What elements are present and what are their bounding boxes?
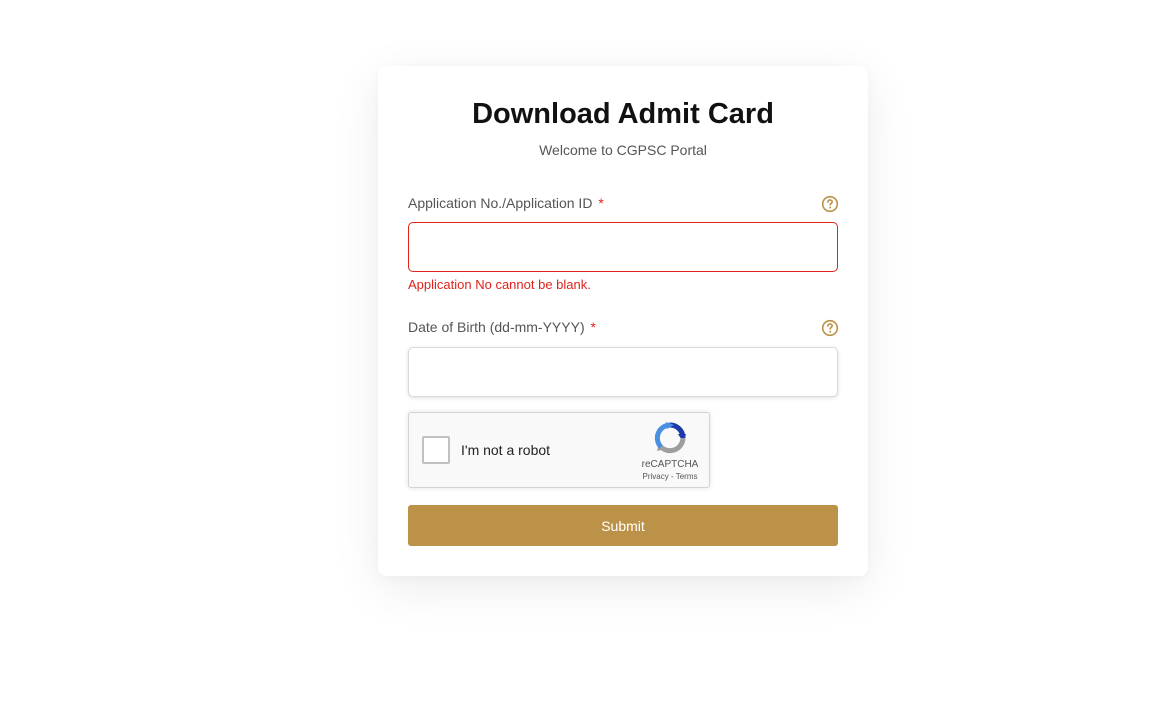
dob-label-text: Date of Birth (dd-mm-YYYY)	[408, 319, 585, 335]
recaptcha-widget: I'm not a robot reCAPTCHA Privacy - Term…	[408, 412, 710, 488]
application-no-label-text: Application No./Application ID	[408, 195, 593, 211]
page-title: Download Admit Card	[472, 98, 774, 130]
recaptcha-terms-link[interactable]: Terms	[676, 472, 698, 481]
question-circle-icon[interactable]	[821, 195, 839, 213]
dob-label: Date of Birth (dd-mm-YYYY) *	[408, 318, 596, 336]
required-asterisk: *	[598, 195, 604, 211]
dob-input[interactable]	[408, 347, 838, 397]
application-no-error: Application No cannot be blank.	[408, 277, 591, 292]
recaptcha-privacy-link[interactable]: Privacy	[643, 472, 669, 481]
recaptcha-checkbox[interactable]	[422, 436, 450, 464]
submit-button[interactable]: Submit	[408, 505, 838, 546]
admit-card-form: Download Admit Card Welcome to CGPSC Por…	[378, 66, 868, 576]
page-subtitle: Welcome to CGPSC Portal	[539, 142, 707, 158]
application-no-label: Application No./Application ID *	[408, 194, 604, 212]
recaptcha-links: Privacy - Terms	[631, 472, 709, 482]
required-asterisk: *	[590, 319, 596, 335]
application-no-input[interactable]	[408, 222, 838, 272]
recaptcha-brand: reCAPTCHA	[641, 459, 699, 470]
recaptcha-label: I'm not a robot	[461, 442, 551, 458]
question-circle-icon[interactable]	[821, 319, 839, 337]
recaptcha-logo-icon	[654, 422, 686, 454]
recaptcha-link-separator: -	[670, 472, 674, 481]
